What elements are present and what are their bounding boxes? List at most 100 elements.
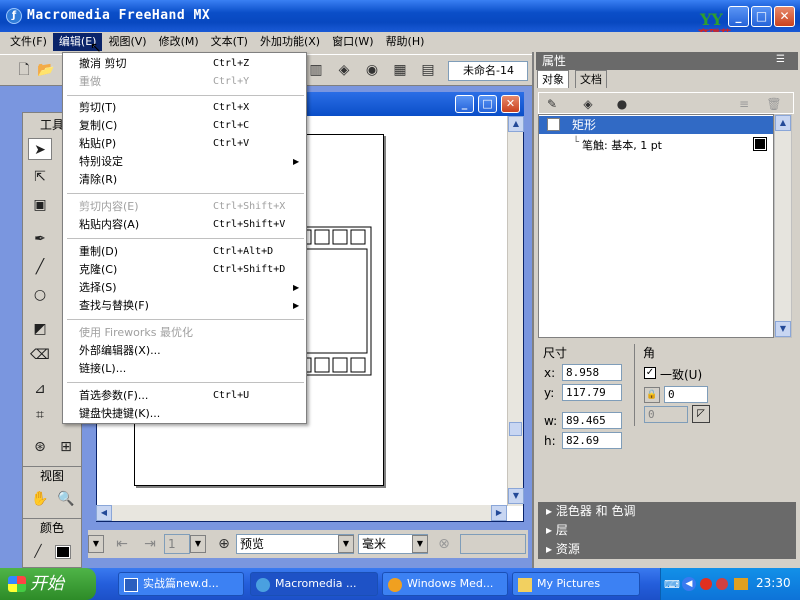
eraser-tool-icon[interactable]: ⌫ [28, 344, 52, 366]
section-layers[interactable]: ▸ 层 [538, 521, 796, 540]
perspective-tool-icon[interactable]: ◩ [28, 318, 52, 340]
crop-tool-icon[interactable]: ⌗ [28, 404, 52, 426]
object-checkbox[interactable] [547, 118, 560, 131]
vertical-scroll-thumb[interactable] [509, 422, 522, 436]
duplicate-item-icon[interactable]: ≡ [734, 94, 754, 114]
properties-header[interactable]: 属性 [536, 52, 798, 70]
next-page-icon[interactable]: ⇥ [140, 534, 160, 554]
ellipse-tool-icon[interactable]: ○ [28, 284, 52, 306]
view-mode-select[interactable]: 预览 [236, 534, 354, 554]
menu-window[interactable]: 窗口(W) [326, 33, 379, 51]
tray-expand-icon[interactable]: ◀ [682, 577, 696, 591]
menu-special[interactable]: 特别设定 [79, 153, 123, 171]
add-fill-icon[interactable]: ◈ [578, 94, 598, 114]
task-macromedia[interactable]: Macromedia ... [250, 572, 378, 596]
stroke-attribute[interactable]: 笔触: 基本, 1 pt [582, 137, 662, 153]
menu-find-replace[interactable]: 查找与替换(F) [79, 297, 149, 315]
color-mixer-icon[interactable]: ◉ [362, 60, 382, 80]
menu-preferences[interactable]: 首选参数(F)... [79, 387, 148, 405]
layers-icon[interactable]: ▤ [418, 60, 438, 80]
horizontal-scrollbar[interactable]: ◀ ▶ [96, 505, 507, 521]
menu-view[interactable]: 视图(V) [102, 33, 152, 51]
tray-app-icon[interactable] [734, 578, 748, 590]
vertical-scrollbar[interactable]: ▲ ▼ [507, 116, 524, 506]
add-stroke-icon[interactable]: ✎ [542, 94, 562, 114]
line-tool-icon[interactable]: ╱ [28, 256, 52, 278]
menu-select[interactable]: 选择(S) [79, 279, 117, 297]
minimize-button[interactable]: _ [728, 6, 749, 27]
attr-scroll-up-icon[interactable]: ▲ [775, 115, 791, 131]
units-dropdown[interactable]: ▼ [412, 535, 428, 553]
menu-help[interactable]: 帮助(H) [380, 33, 431, 51]
menu-xtras[interactable]: 外加功能(X) [254, 33, 326, 51]
section-color-mixer[interactable]: ▸ 混色器 和 色调 [538, 502, 796, 521]
stroke-color-icon[interactable]: ╱ [26, 540, 50, 562]
menu-paste[interactable]: 粘贴(P) [79, 135, 116, 153]
keyboard-icon[interactable]: ⌨ [664, 578, 680, 591]
add-effect-icon[interactable]: ● [612, 94, 632, 114]
scroll-up-icon[interactable]: ▲ [508, 116, 524, 132]
doc-minimize-button[interactable]: _ [455, 95, 474, 113]
fill-color-swatch[interactable] [55, 545, 71, 559]
attr-scroll-down-icon[interactable]: ▼ [775, 321, 791, 337]
corner-radius-field[interactable]: 0 [664, 386, 708, 403]
corner-shape-icon[interactable]: ◸ [692, 405, 710, 423]
subselect-tool-icon[interactable]: ⇱ [28, 166, 52, 188]
open-folder-icon[interactable]: 📂 [36, 60, 56, 80]
lock-icon[interactable]: 🔒 [644, 387, 660, 403]
maximize-button[interactable]: □ [751, 6, 772, 27]
tray-app-icon[interactable] [716, 578, 728, 590]
document-selector[interactable]: 未命名-14 [448, 61, 528, 81]
menu-paste-contents[interactable]: 粘贴内容(A) [79, 216, 139, 234]
page-number-field[interactable]: 1 [164, 534, 190, 554]
new-document-icon[interactable]: 🗋 [14, 60, 34, 80]
page-number-dropdown[interactable]: ▼ [190, 535, 206, 553]
prev-page-icon[interactable]: ⇤ [112, 534, 132, 554]
menu-keyboard-shortcuts[interactable]: 键盘快捷键(K)... [79, 405, 160, 423]
menu-clone[interactable]: 克隆(C) [79, 261, 117, 279]
h-field[interactable]: 82.69 [562, 432, 622, 449]
stroke-color-swatch[interactable] [753, 137, 767, 151]
close-button[interactable]: ✕ [774, 6, 795, 27]
page-tool-icon[interactable]: ▣ [28, 194, 52, 216]
menu-links[interactable]: 链接(L)... [79, 360, 126, 378]
menu-copy[interactable]: 复制(C) [79, 117, 117, 135]
section-assets[interactable]: ▸ 资源 [538, 540, 796, 559]
doc-close-button[interactable]: ✕ [501, 95, 520, 113]
pen-tool-icon[interactable]: ✒ [28, 228, 52, 250]
w-field[interactable]: 89.465 [562, 412, 622, 429]
hand-tool-icon[interactable]: ✋ [28, 488, 52, 510]
menu-undo[interactable]: 撤消 剪切 [79, 55, 127, 73]
x-field[interactable]: 8.958 [562, 364, 622, 381]
tray-app-icon[interactable] [700, 578, 712, 590]
doc-maximize-button[interactable]: □ [478, 95, 497, 113]
view-mode-dropdown[interactable]: ▼ [338, 535, 354, 553]
menu-clear[interactable]: 清除(R) [79, 171, 117, 189]
menu-text[interactable]: 文本(T) [205, 33, 254, 51]
menu-file[interactable]: 文件(F) [4, 33, 53, 51]
task-word-document[interactable]: 实战篇new.d... [118, 572, 244, 596]
task-windows-media[interactable]: Windows Med... [382, 572, 508, 596]
menu-modify[interactable]: 修改(M) [153, 33, 205, 51]
scroll-down-icon[interactable]: ▼ [508, 488, 524, 504]
link-tool-icon[interactable]: ⊛ [28, 436, 52, 458]
library-icon[interactable]: ▥ [306, 60, 326, 80]
scroll-left-icon[interactable]: ◀ [96, 505, 112, 521]
zoom-tool-icon[interactable]: 🔍 [54, 488, 78, 510]
scroll-right-icon[interactable]: ▶ [491, 505, 507, 521]
symbol-icon[interactable]: ◈ [334, 60, 354, 80]
task-my-pictures[interactable]: My Pictures [512, 572, 640, 596]
pointer-tool-icon[interactable]: ➤ [28, 138, 52, 160]
grid-icon[interactable]: ▦ [390, 60, 410, 80]
menu-cut[interactable]: 剪切(T) [79, 99, 116, 117]
y-field[interactable]: 117.79 [562, 384, 622, 401]
freehand-app-icon[interactable]: ƒ [6, 8, 22, 24]
eyedropper-tool-icon[interactable]: ⊿ [28, 378, 52, 400]
trash-icon[interactable]: 🗑 [764, 94, 784, 114]
page-menu-arrow[interactable]: ▼ [88, 535, 104, 553]
panel-options-icon[interactable]: ☰ [776, 54, 785, 65]
menu-external-editor[interactable]: 外部编辑器(X)... [79, 342, 161, 360]
tab-document[interactable]: 文档 [575, 70, 607, 88]
tab-object[interactable]: 对象 [537, 70, 569, 88]
attributes-scrollbar[interactable]: ▲ ▼ [774, 114, 792, 338]
